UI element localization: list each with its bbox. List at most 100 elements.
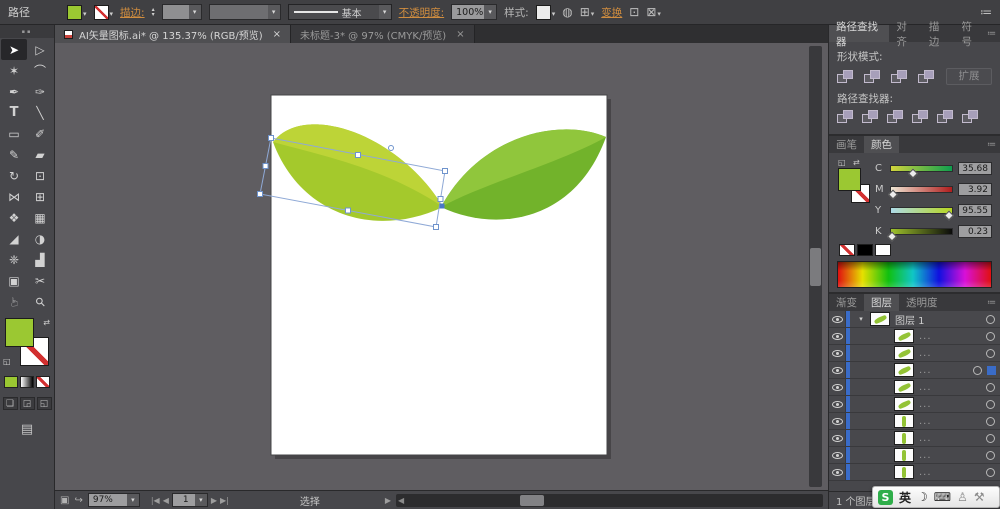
chevron-down-icon[interactable] <box>127 494 139 506</box>
slider-track[interactable] <box>890 165 953 172</box>
screen-mode-icon[interactable]: ▤ <box>21 422 33 437</box>
arrange-documents-icon[interactable] <box>74 495 82 506</box>
slider-thumb[interactable] <box>887 232 897 242</box>
merge-icon[interactable] <box>887 110 904 124</box>
target-circle-icon[interactable] <box>986 451 995 460</box>
moon-icon[interactable]: ☽ <box>917 490 928 504</box>
fill-stroke-indicator[interactable] <box>3 318 51 368</box>
none-button[interactable] <box>36 376 50 388</box>
layer-row[interactable]: ... <box>829 379 1000 396</box>
layer-thumbnail[interactable] <box>894 346 914 360</box>
panel-tab[interactable]: 路径查找器 <box>829 25 889 42</box>
crop-icon[interactable] <box>912 110 929 124</box>
layer-row[interactable]: ... <box>829 447 1000 464</box>
artboard-tool[interactable]: ▣ <box>1 270 27 291</box>
intersect-icon[interactable] <box>891 70 908 84</box>
black-swatch[interactable] <box>857 244 873 256</box>
target-circle-icon[interactable] <box>986 400 995 409</box>
slice-tool[interactable]: ✂ <box>27 270 53 291</box>
color-button[interactable] <box>4 376 18 388</box>
swap-fill-stroke-icon[interactable] <box>43 318 50 327</box>
panel-menu-icon[interactable] <box>987 294 1000 311</box>
channel-value-field[interactable]: 0.23 <box>958 225 992 238</box>
layer-name[interactable]: ... <box>919 416 932 427</box>
layer-name[interactable]: ... <box>919 467 932 478</box>
perspective-grid-tool[interactable]: ⊞ <box>27 186 53 207</box>
draw-behind-icon[interactable]: ◲ <box>20 397 35 410</box>
document-tab[interactable]: 未标题-3* @ 97% (CMYK/预览) × <box>291 25 475 43</box>
layer-row[interactable]: ... <box>829 396 1000 413</box>
layer-name[interactable]: ... <box>919 450 932 461</box>
transform-link[interactable]: 变换 <box>601 5 622 20</box>
target-circle-icon[interactable] <box>986 383 995 392</box>
vertical-scrollbar-thumb[interactable] <box>810 248 821 286</box>
selection-handle[interactable] <box>434 225 439 230</box>
selected-anchor-point[interactable] <box>440 204 445 209</box>
panel-tab[interactable]: 描边 <box>922 25 955 42</box>
panel-tab[interactable]: 透明度 <box>899 294 945 311</box>
layer-row[interactable]: ... <box>829 430 1000 447</box>
isolate-selection-icon[interactable]: ⊠ <box>646 5 661 19</box>
keyboard-icon[interactable]: ⌨ <box>934 490 951 504</box>
panel-tab[interactable]: 画笔 <box>829 136 864 153</box>
unite-icon[interactable] <box>837 70 854 84</box>
document-tab[interactable]: AI矢量图标.ai* @ 135.37% (RGB/预览) × <box>55 25 291 43</box>
visibility-toggle[interactable] <box>829 464 846 480</box>
width-tool[interactable]: ⋈ <box>1 186 27 207</box>
visibility-toggle[interactable] <box>829 379 846 395</box>
panel-menu-icon[interactable]: ≔ <box>980 5 992 19</box>
layer-name[interactable]: ... <box>919 365 932 376</box>
visibility-toggle[interactable] <box>829 328 846 344</box>
first-artboard-icon[interactable]: |◀ <box>151 496 160 505</box>
target-circle-icon[interactable] <box>986 417 995 426</box>
layer-row[interactable]: ... <box>829 413 1000 430</box>
status-expand-icon[interactable]: ▶ <box>385 496 391 505</box>
mesh-tool[interactable]: ❖ <box>1 207 27 228</box>
panel-tab[interactable]: 图层 <box>864 294 899 311</box>
zoom-level-select[interactable]: 97% <box>88 493 140 507</box>
chevron-down-icon[interactable] <box>379 5 391 19</box>
draw-inside-icon[interactable]: ◱ <box>37 397 52 410</box>
pencil-tool[interactable]: ✎ <box>1 144 27 165</box>
layer-name[interactable]: ... <box>919 382 932 393</box>
divide-icon[interactable] <box>837 110 854 124</box>
close-tab-icon[interactable]: × <box>452 29 464 40</box>
horizontal-scrollbar[interactable]: ◀ <box>396 494 823 507</box>
prev-artboard-icon[interactable]: ◀ <box>163 496 169 505</box>
lasso-tool[interactable]: ⌒ <box>27 60 53 81</box>
selection-handle[interactable] <box>356 153 361 158</box>
last-artboard-icon[interactable]: ▶| <box>220 496 229 505</box>
person-icon[interactable]: ♙ <box>957 490 968 504</box>
layer-thumbnail[interactable] <box>894 329 914 343</box>
gradient-tool[interactable]: ▦ <box>27 207 53 228</box>
artboard-number-select[interactable]: 1 <box>172 493 208 507</box>
magic-wand-tool[interactable]: ✶ <box>1 60 27 81</box>
chevron-down-icon[interactable] <box>110 6 114 19</box>
none-swatch[interactable] <box>839 244 855 256</box>
stroke-weight-select[interactable] <box>162 4 202 20</box>
style-swatch-control[interactable] <box>536 5 556 20</box>
panel-tab[interactable]: 颜色 <box>864 136 899 153</box>
recolor-artwork-icon[interactable]: ◍ <box>562 5 572 19</box>
opacity-field[interactable]: 100% <box>451 4 497 20</box>
layer-name[interactable]: ... <box>919 433 932 444</box>
opacity-link[interactable]: 不透明度: <box>399 5 445 20</box>
layer-row[interactable]: ... <box>829 362 1000 379</box>
paintbrush-tool[interactable]: ✐ <box>27 123 53 144</box>
scroll-left-icon[interactable]: ◀ <box>396 496 406 505</box>
direct-selection-tool[interactable]: ▷ <box>27 39 53 60</box>
chevron-down-icon[interactable] <box>552 6 556 19</box>
selection-handle[interactable] <box>346 208 351 213</box>
visibility-toggle[interactable] <box>829 311 846 327</box>
slider-track[interactable] <box>890 186 953 193</box>
stroke-color-control[interactable] <box>94 5 114 20</box>
selection-tool[interactable]: ➤ <box>1 39 27 60</box>
next-artboard-icon[interactable]: ▶ <box>211 496 217 505</box>
chevron-down-icon[interactable] <box>484 5 496 19</box>
gradient-button[interactable] <box>20 376 34 388</box>
fill-swatch[interactable] <box>67 5 82 20</box>
channel-value-field[interactable]: 3.92 <box>958 183 992 196</box>
eyedropper-tool[interactable]: ◢ <box>1 228 27 249</box>
layer-name[interactable]: ... <box>919 331 932 342</box>
layer-name[interactable]: ... <box>919 348 932 359</box>
